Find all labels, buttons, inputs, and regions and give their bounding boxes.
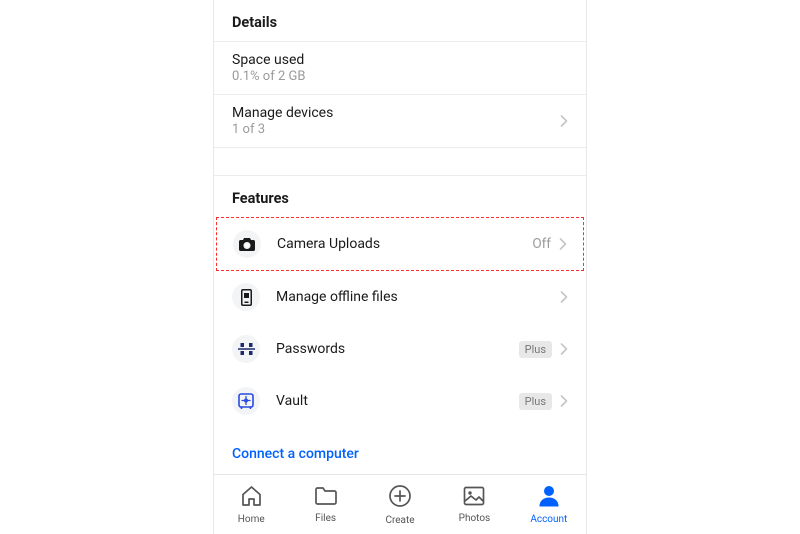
tab-label: Photos [459, 513, 491, 524]
home-icon [240, 485, 263, 511]
chevron-right-icon [560, 112, 568, 131]
space-used-label: Space used [232, 52, 568, 68]
offline-files-row[interactable]: Manage offline files [214, 271, 586, 323]
folder-icon [314, 486, 338, 510]
vault-icon [232, 387, 260, 415]
account-settings-screen: Details Space used 0.1% of 2 GB Manage d… [213, 0, 587, 534]
vault-row[interactable]: Vault Plus [214, 375, 586, 427]
tab-home[interactable]: Home [214, 485, 288, 525]
chevron-right-icon [560, 288, 568, 307]
tab-files[interactable]: Files [288, 486, 362, 524]
vault-label: Vault [276, 393, 511, 409]
features-header: Features [214, 176, 586, 217]
section-gap [214, 148, 586, 176]
camera-uploads-row[interactable]: Camera Uploads Off [216, 217, 584, 271]
tab-label: Account [530, 514, 567, 525]
chevron-right-icon [559, 235, 567, 254]
chevron-right-icon [560, 392, 568, 411]
plus-circle-icon [388, 484, 412, 512]
tab-photos[interactable]: Photos [437, 486, 511, 524]
scroll-content: Details Space used 0.1% of 2 GB Manage d… [214, 0, 586, 474]
passwords-icon [232, 335, 260, 363]
manage-devices-value: 1 of 3 [232, 122, 552, 137]
chevron-right-icon [560, 340, 568, 359]
details-header: Details [214, 0, 586, 42]
plus-badge: Plus [519, 341, 552, 358]
photos-icon [463, 486, 485, 510]
space-used-row: Space used 0.1% of 2 GB [214, 42, 586, 95]
tab-label: Create [385, 515, 414, 526]
account-icon [539, 485, 559, 511]
camera-icon [233, 230, 261, 258]
camera-uploads-value: Off [532, 236, 551, 252]
plus-badge: Plus [519, 393, 552, 410]
phone-offline-icon [232, 283, 260, 311]
offline-files-label: Manage offline files [276, 289, 552, 305]
manage-devices-label: Manage devices [232, 105, 552, 121]
manage-devices-row[interactable]: Manage devices 1 of 3 [214, 95, 586, 148]
tab-create[interactable]: Create [363, 484, 437, 526]
tab-label: Home [238, 514, 265, 525]
camera-uploads-label: Camera Uploads [277, 236, 532, 252]
bottom-tab-bar: Home Files Create Photos Account [214, 474, 586, 534]
passwords-row[interactable]: Passwords Plus [214, 323, 586, 375]
tab-account[interactable]: Account [512, 485, 586, 525]
connect-computer-row[interactable]: Connect a computer [214, 427, 586, 474]
connect-computer-link[interactable]: Connect a computer [232, 446, 359, 462]
passwords-label: Passwords [276, 341, 511, 357]
tab-label: Files [315, 513, 336, 524]
space-used-value: 0.1% of 2 GB [232, 69, 568, 84]
